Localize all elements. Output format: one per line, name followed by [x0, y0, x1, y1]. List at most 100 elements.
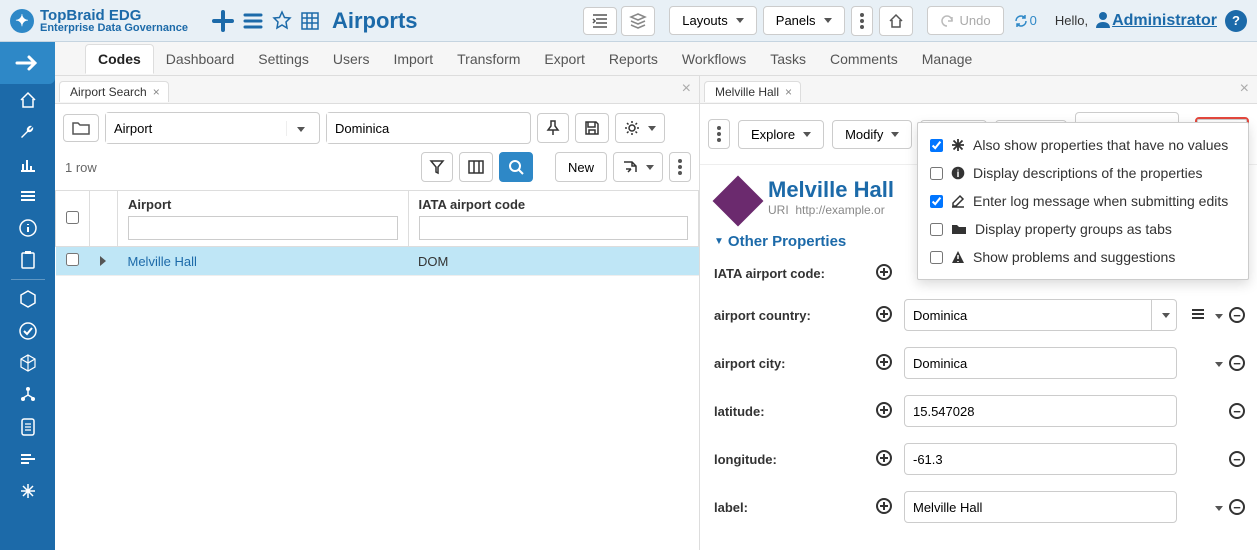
undo-button[interactable]: Undo: [927, 6, 1004, 35]
class-input[interactable]: [106, 113, 286, 143]
list-icon[interactable]: [1191, 308, 1205, 323]
label-input[interactable]: [904, 491, 1177, 523]
search-button[interactable]: [499, 152, 533, 182]
country-input[interactable]: [327, 113, 522, 143]
menu-tab-tasks[interactable]: Tasks: [758, 45, 818, 73]
chart-icon[interactable]: [0, 148, 55, 180]
form-panel-tab[interactable]: Melville Hall ×: [704, 81, 801, 102]
user-link[interactable]: Administrator: [1112, 12, 1217, 30]
remove-value-icon[interactable]: −: [1229, 355, 1245, 371]
folder-icon[interactable]: [63, 114, 99, 142]
add-value-icon[interactable]: [874, 498, 894, 517]
indent-icon[interactable]: [583, 7, 617, 35]
add-value-icon[interactable]: [874, 264, 894, 283]
opt-log-message[interactable]: Enter log message when submitting edits: [928, 187, 1238, 215]
panel-close-icon[interactable]: ×: [682, 80, 691, 98]
more-vertical-icon[interactable]: [708, 119, 730, 149]
chevron-down-icon[interactable]: [1211, 356, 1223, 371]
add-value-icon[interactable]: [874, 402, 894, 421]
asterisk-icon[interactable]: [0, 475, 55, 507]
add-value-icon[interactable]: [874, 306, 894, 325]
menu-tab-comments[interactable]: Comments: [818, 45, 910, 73]
close-icon[interactable]: ×: [153, 85, 160, 99]
chevron-down-icon[interactable]: [1211, 308, 1223, 323]
menu-tab-manage[interactable]: Manage: [910, 45, 985, 73]
iata-filter-input[interactable]: [419, 216, 689, 240]
search-panel-tab[interactable]: Airport Search ×: [59, 81, 169, 102]
modify-dropdown[interactable]: Modify: [832, 120, 912, 149]
gear-dropdown-left[interactable]: [615, 113, 665, 143]
grid-icon[interactable]: [296, 7, 324, 35]
select-all-checkbox[interactable]: [66, 211, 79, 224]
checkbox[interactable]: [930, 223, 943, 236]
checkbox[interactable]: [930, 195, 943, 208]
layouts-dropdown[interactable]: Layouts: [669, 6, 757, 35]
panel-close-icon[interactable]: ×: [1240, 80, 1249, 98]
chevron-down-icon[interactable]: [1211, 500, 1223, 515]
star-icon[interactable]: [268, 7, 296, 35]
menu-tab-workflows[interactable]: Workflows: [670, 45, 758, 73]
airport-link[interactable]: Melville Hall: [128, 254, 197, 269]
filter-icon[interactable]: [421, 152, 453, 182]
opt-show-problems[interactable]: Show problems and suggestions: [928, 243, 1238, 271]
columns-icon[interactable]: [459, 152, 493, 182]
chevron-down-icon[interactable]: [1152, 299, 1177, 331]
remove-value-icon[interactable]: −: [1229, 499, 1245, 515]
new-button[interactable]: New: [555, 152, 607, 182]
opt-show-empty[interactable]: Also show properties that have no values: [928, 131, 1238, 159]
longitude-input[interactable]: [904, 443, 1177, 475]
wrench-icon[interactable]: [0, 116, 55, 148]
explore-dropdown[interactable]: Explore: [738, 120, 824, 149]
sidebar-expand-icon[interactable]: [0, 42, 55, 84]
clipboard-icon[interactable]: [0, 244, 55, 276]
close-icon[interactable]: ×: [785, 85, 792, 99]
app-logo[interactable]: ✦ TopBraid EDG Enterprise Data Governanc…: [10, 8, 188, 34]
checkbox[interactable]: [930, 167, 943, 180]
pin-icon[interactable]: [537, 113, 569, 143]
layers-icon[interactable]: [621, 6, 655, 36]
lines-icon[interactable]: [0, 443, 55, 475]
row-checkbox[interactable]: [66, 253, 79, 266]
chevron-down-icon[interactable]: [286, 121, 311, 136]
check-circle-icon[interactable]: [0, 315, 55, 347]
more-menu[interactable]: [851, 6, 873, 36]
menu-tab-export[interactable]: Export: [532, 45, 596, 73]
help-icon[interactable]: ?: [1225, 10, 1247, 32]
expand-row-icon[interactable]: [100, 256, 106, 266]
doc-icon[interactable]: [0, 411, 55, 443]
menu-tab-import[interactable]: Import: [381, 45, 445, 73]
menu-tab-dashboard[interactable]: Dashboard: [154, 45, 247, 73]
panels-dropdown[interactable]: Panels: [763, 6, 845, 35]
opt-show-descriptions[interactable]: i Display descriptions of the properties: [928, 159, 1238, 187]
checkbox[interactable]: [930, 139, 943, 152]
table-row[interactable]: Melville Hall DOM: [56, 247, 699, 276]
home-button[interactable]: [879, 6, 913, 36]
stack-icon[interactable]: [0, 180, 55, 212]
menu-tab-reports[interactable]: Reports: [597, 45, 670, 73]
country-value-input[interactable]: [904, 299, 1152, 331]
menu-tab-users[interactable]: Users: [321, 45, 382, 73]
opt-groups-as-tabs[interactable]: Display property groups as tabs: [928, 215, 1238, 243]
menu-tab-codes[interactable]: Codes: [85, 44, 154, 74]
menu-tab-transform[interactable]: Transform: [445, 45, 532, 73]
info-icon[interactable]: [0, 212, 55, 244]
remove-value-icon[interactable]: −: [1229, 307, 1245, 323]
home-icon[interactable]: [0, 84, 55, 116]
add-value-icon[interactable]: [874, 450, 894, 469]
country-select[interactable]: [326, 112, 531, 144]
save-icon[interactable]: [575, 113, 609, 143]
tree-icon[interactable]: [0, 379, 55, 411]
menu-tab-settings[interactable]: Settings: [246, 45, 321, 73]
more-vertical-icon[interactable]: [669, 152, 691, 182]
cube-icon[interactable]: [0, 347, 55, 379]
add-icon[interactable]: [208, 6, 238, 36]
list-icon[interactable]: [238, 6, 268, 36]
class-select[interactable]: [105, 112, 320, 144]
export-dropdown[interactable]: [613, 152, 663, 182]
remove-value-icon[interactable]: −: [1229, 403, 1245, 419]
refresh-indicator[interactable]: 0: [1014, 13, 1037, 28]
checkbox[interactable]: [930, 251, 943, 264]
latitude-input[interactable]: [904, 395, 1177, 427]
city-value-input[interactable]: [904, 347, 1177, 379]
hexagon-icon[interactable]: [0, 283, 55, 315]
